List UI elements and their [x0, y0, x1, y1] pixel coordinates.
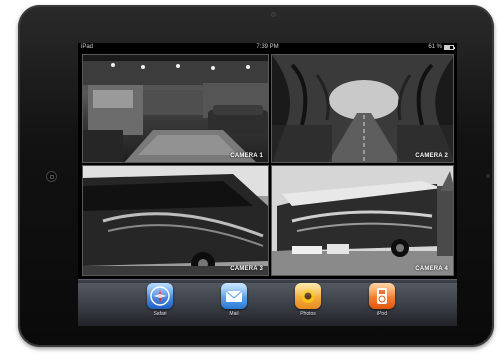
camera-1-image — [83, 55, 268, 162]
side-sensor — [486, 174, 490, 178]
status-bar: iPad 7:39 PM 61 % — [78, 43, 457, 52]
camera-3-image — [83, 166, 268, 275]
home-button[interactable] — [46, 171, 57, 182]
dock-app-ipod[interactable]: iPod — [362, 283, 402, 317]
battery-percent: 61 % — [428, 44, 442, 50]
camera-feed-2[interactable]: CAMERA 2 — [271, 54, 454, 163]
camera-feed-3[interactable]: CAMERA 3 — [82, 165, 269, 276]
dock-app-label: Photos — [300, 311, 316, 317]
dock-app-mail[interactable]: Mail — [214, 283, 254, 317]
dock-app-label: Mail — [229, 311, 239, 317]
safari-compass-icon — [147, 283, 173, 309]
camera-1-label: CAMERA 1 — [230, 153, 263, 159]
ipad-device-frame: iPad 7:39 PM 61 % CAMERA 1 CAMERA 2 CAME… — [18, 5, 494, 347]
camera-2-image — [272, 55, 453, 162]
camera-2-label: CAMERA 2 — [415, 153, 448, 159]
battery-fill — [445, 46, 450, 49]
battery-icon — [444, 45, 455, 50]
dock-app-photos[interactable]: Photos — [288, 283, 328, 317]
camera-4-image — [272, 166, 453, 275]
photos-sunflower-icon — [295, 283, 321, 309]
status-clock: 7:39 PM — [256, 44, 279, 50]
camera-feed-1[interactable]: CAMERA 1 — [82, 54, 269, 163]
camera-feed-4[interactable]: CAMERA 4 — [271, 165, 454, 276]
camera-4-label: CAMERA 4 — [415, 266, 448, 272]
dock-app-safari[interactable]: Safari — [140, 283, 180, 317]
front-camera — [271, 12, 276, 17]
ipad-screen: iPad 7:39 PM 61 % CAMERA 1 CAMERA 2 CAME… — [78, 43, 457, 326]
dock-app-label: iPod — [376, 311, 387, 317]
camera-3-label: CAMERA 3 — [230, 266, 263, 272]
dock-app-label: Safari — [153, 311, 167, 317]
ipod-icon — [369, 283, 395, 309]
mail-envelope-icon — [221, 283, 247, 309]
battery-indicator: 61 % — [428, 43, 455, 52]
